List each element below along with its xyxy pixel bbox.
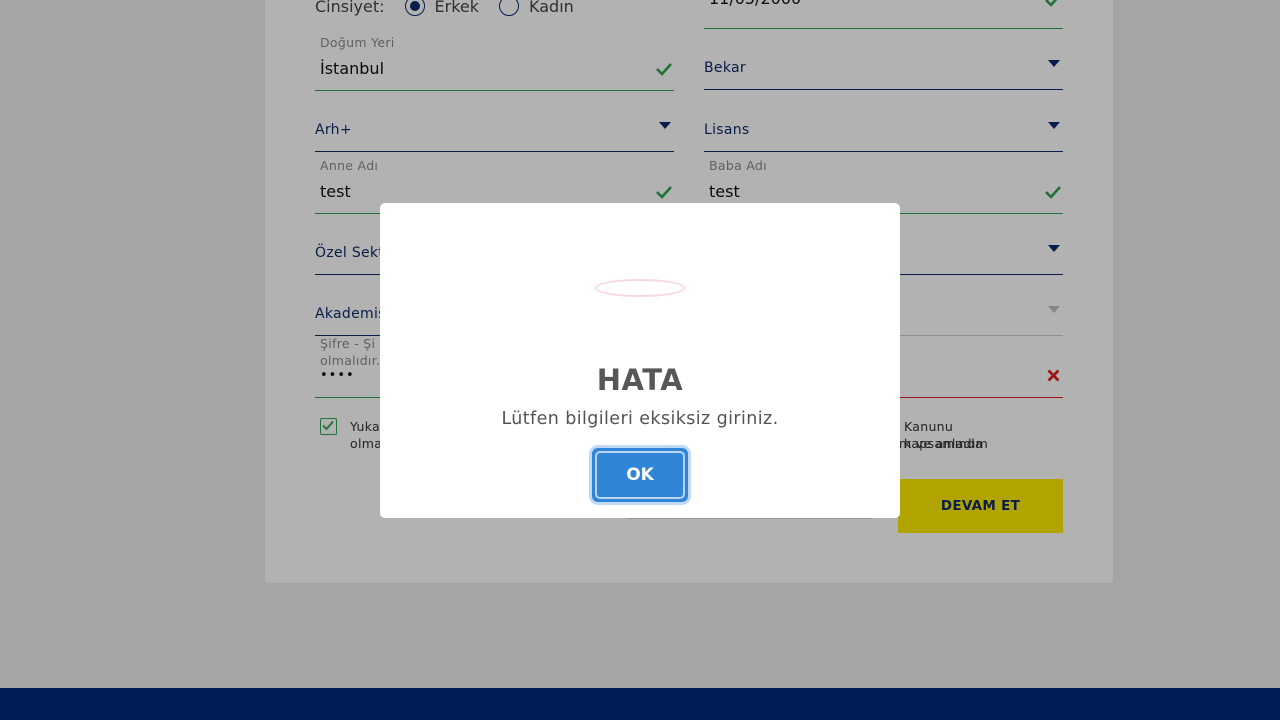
- error-icon: [595, 279, 685, 297]
- error-dialog: HATA Lütfen bilgileri eksiksiz giriniz. …: [380, 203, 900, 518]
- dialog-title: HATA: [596, 363, 684, 397]
- ok-button[interactable]: OK: [592, 448, 688, 502]
- dialog-message: Lütfen bilgileri eksiksiz giriniz.: [501, 409, 779, 429]
